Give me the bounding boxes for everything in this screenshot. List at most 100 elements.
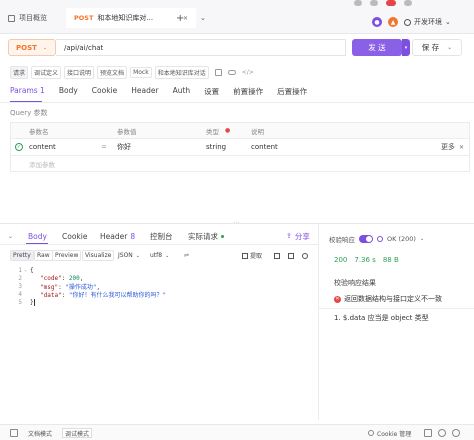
subnav-debug-definition[interactable]: 调试定义 [31,65,62,79]
param-value[interactable]: 你好 [117,139,131,155]
link-icon[interactable] [227,69,236,75]
subnav-preview-doc[interactable]: 预览文档 [97,65,128,79]
tab-post-processors[interactable]: 后置操作 [277,86,307,100]
encoding-label: utf8 [150,252,163,259]
tab-response-header[interactable]: Header 8 [100,229,135,243]
chevron-down-icon[interactable]: ⌄ [200,11,206,25]
header-value: 参数值 [117,127,137,136]
status-circle-icon [377,236,383,242]
debug-mode-button[interactable]: 调试模式 [62,428,93,438]
subnav-api-doc[interactable]: 接口说明 [64,65,95,79]
wrap-icon[interactable]: ⇌ [182,250,192,261]
tab-console[interactable]: 控制台 [150,229,173,243]
cookie-label: Cookie 管理 [377,430,412,438]
json-value: 200 [68,274,80,282]
save-button[interactable]: 保 存 ⌄ [412,39,462,56]
text-cursor [33,298,35,306]
extract-button[interactable]: 提取 [240,250,265,261]
encoding-select[interactable]: utf8 ⌄ [148,250,172,261]
ai-assistant-icon[interactable]: ● [372,17,382,27]
query-params-label: Query 参数 [10,109,48,117]
sidebar-toggle-icon[interactable] [10,428,18,438]
line-number: 5 [18,298,22,306]
tab-bar: 项目概览 POST 和本地知识库对... ✕ + ⌄ ● ▲ 开发环境 ⌄ [0,0,474,34]
code-icon[interactable]: </> [242,69,254,76]
tab-response-cookie[interactable]: Cookie [62,229,87,243]
tab-project-overview[interactable]: 项目概览 [8,11,47,25]
add-param-row[interactable]: 添加参数 [11,156,469,172]
param-description[interactable]: content [251,139,278,155]
format-select[interactable]: JSON ⌄ [116,250,142,261]
validation-error-detail: 1. $.data 应当是 object 类型 [334,314,429,322]
row-enabled-checkbox[interactable]: ✓ [15,139,23,155]
doc-mode-button[interactable]: 文档模式 [28,428,52,438]
line-number: 4 [18,290,22,298]
view-raw[interactable]: Raw [34,250,53,261]
tab-params[interactable]: Params 1 [10,86,45,100]
tab-actual-request[interactable]: 实际请求 [188,229,224,243]
cookie-manager[interactable]: Cookie 管理 [368,428,411,438]
validation-status[interactable]: OK (200) [387,235,416,243]
subnav-request[interactable]: 请求 [10,65,29,79]
chevron-down-icon: ⌄ [165,252,170,259]
grid-icon[interactable] [424,428,432,438]
url-input[interactable]: /api/ai/chat [56,39,346,56]
environment-selector[interactable]: 开发环境 ⌄ [404,16,451,28]
share-label: 分享 [294,231,310,241]
request-subnav: 请求 调试定义 接口说明 预览文档 Mock 和本地知识库对话 </> [10,65,254,79]
notification-icon[interactable] [386,0,396,6]
method-select[interactable]: POST ⌄ [8,39,56,56]
chevron-down-icon: ⌄ [135,252,140,259]
tab-settings[interactable]: 设置 [204,86,219,100]
add-param-placeholder[interactable]: 添加参数 [29,156,55,172]
copy-icon[interactable] [214,68,222,76]
response-stats: 200 7.36 s 88 B [334,256,399,264]
subnav-case-name[interactable]: 和本地知识库对话 [154,65,209,79]
validation-error: ✕ 返回数据结构与接口定义不一致 [334,294,442,304]
tab-cookie[interactable]: Cookie [92,86,117,100]
download-icon[interactable] [286,250,296,261]
user-icon[interactable] [404,0,412,6]
send-label: 发 送 [368,43,386,52]
more-button[interactable]: 更多 [441,139,455,155]
tab-response-body[interactable]: Body [28,229,47,243]
share-button[interactable]: ⇪ 分享 [286,229,310,243]
divider [318,308,474,309]
help-icon[interactable] [452,428,460,438]
save-label: 保 存 [421,43,440,52]
help-icon[interactable] [370,0,378,6]
close-icon[interactable]: ✕ [459,139,464,155]
settings-icon[interactable] [438,428,446,438]
app-root: 项目概览 POST 和本地知识库对... ✕ + ⌄ ● ▲ 开发环境 ⌄ PO… [0,0,474,440]
validation-header: 校验响应 OK (200) ⌄ [329,234,424,244]
view-visualize[interactable]: Visualize [82,250,115,261]
response-time: 7.36 s [354,256,376,264]
param-name[interactable]: content [29,139,56,155]
add-tab-icon[interactable]: + [176,11,184,25]
response-body-code[interactable]: 1 ⌄ { 2 "code": 200, 3 "msg": "操作成功", 4 … [10,266,316,312]
param-type[interactable]: string [206,139,226,155]
settings-icon[interactable] [354,0,362,6]
collapse-icon[interactable]: ⌄ [8,229,13,243]
send-button[interactable]: 发 送 [352,39,402,56]
validation-toggle[interactable] [359,235,373,243]
copy-icon[interactable] [272,250,282,261]
tab-pre-processors[interactable]: 前置操作 [233,86,263,100]
code-line: 5 } [10,298,316,306]
overview-icon [8,14,15,22]
view-pretty[interactable]: Pretty [10,250,34,261]
tab-auth[interactable]: Auth [173,86,191,100]
send-options-button[interactable]: ▾ [402,39,410,56]
tab-header[interactable]: Header [131,86,158,100]
header-type: 类型 ● [206,123,230,138]
code-line: 1 ⌄ { [10,266,316,274]
tab-title: 和本地知识库对... [97,14,154,22]
search-icon[interactable] [300,250,310,261]
subnav-mock[interactable]: Mock [130,66,152,78]
tab-response-header-label: Header [100,231,128,241]
avatar[interactable]: ▲ [388,17,398,27]
chevron-down-icon: ⌄ [42,44,48,51]
tab-body[interactable]: Body [59,86,78,100]
tab-actual-request-label: 实际请求 [188,231,218,241]
view-preview[interactable]: Preview [52,250,82,261]
